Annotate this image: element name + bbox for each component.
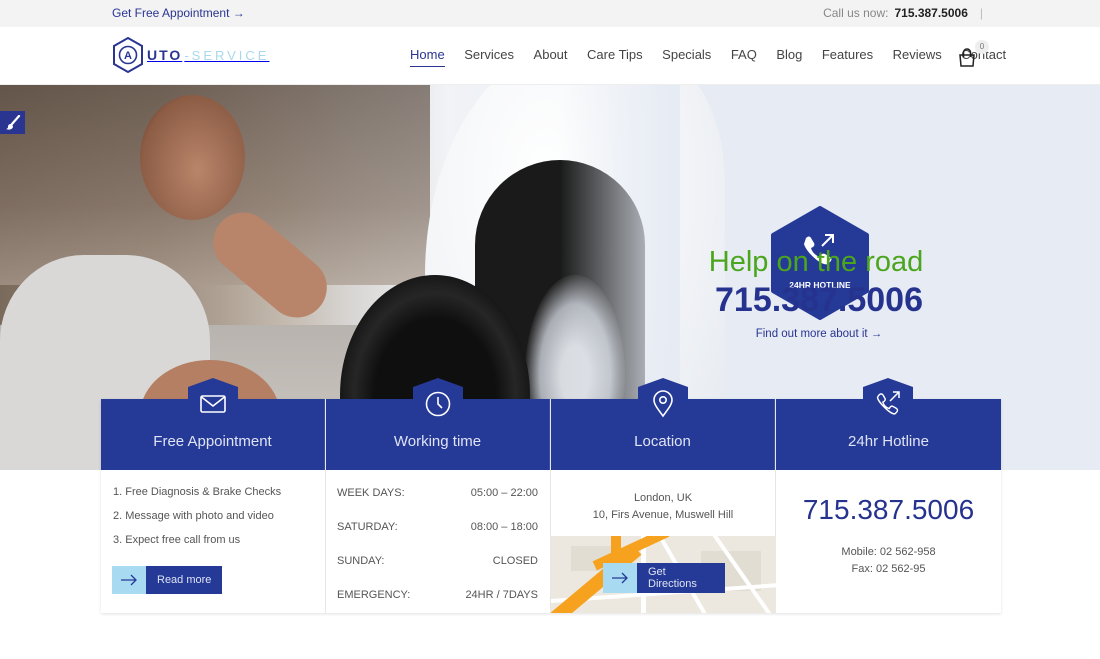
hours-row: SUNDAY: CLOSED [337,555,538,589]
hours-row: SATURDAY: 08:00 – 18:00 [337,521,538,555]
find-out-more-link[interactable]: Find out more about it → [700,328,938,340]
street-address: 10, Firs Avenue, Muswell Hill [592,509,734,521]
contact-strip: Call us now: 715.387.5006 | Find us on m… [823,6,1049,149]
hotline-extra: Mobile: 02 562-958 Fax: 02 562-95 [776,544,1001,578]
nav-care-tips[interactable]: Care Tips [587,47,643,66]
nav-features[interactable]: Features [822,47,873,66]
time-value: 08:00 – 18:00 [470,521,538,533]
card-header: 24hr Hotline [776,378,1001,470]
phone-outgoing-icon [876,391,900,415]
card-body: 715.387.5006 Mobile: 02 562-958 Fax: 02 … [776,470,1001,613]
hours-row: WEEK DAYS: 05:00 – 22:00 [337,487,538,521]
read-more-button[interactable]: Read more [112,566,223,594]
card-header: Free Appointment [101,378,325,470]
address: London, UK 10, Firs Avenue, Muswell Hill [551,490,775,524]
card-free-appointment: Free Appointment 1. Free Diagnosis & Bra… [101,378,326,613]
card-header: Working time [326,378,550,470]
hours-row: EMERGENCY: 24HR / 7DAYS [337,589,538,623]
envelope-icon [200,395,226,413]
feature-cards: Free Appointment 1. Free Diagnosis & Bra… [101,378,1001,613]
call-label: Call us now: [823,6,889,20]
card-title: Location [634,433,691,450]
cart-count-badge: 0 [975,40,989,54]
topbar-phone: 715.387.5006 [894,6,968,20]
main-nav: Home Services About Care Tips Specials F… [410,47,1026,67]
time-value: 05:00 – 22:00 [470,487,538,499]
get-directions-label: Get Directions [637,563,725,593]
site-header: A UTO -SERVICE Home Services About Care … [0,27,1100,85]
read-more-label: Read more [146,566,223,594]
free-appointment-link[interactable]: Get Free Appointment → [112,6,245,20]
logo-text-light: -SERVICE [184,47,270,63]
working-hours-table: WEEK DAYS: 05:00 – 22:00 SATURDAY: 08:00 –… [337,487,538,623]
card-body: 1. Free Diagnosis & Brake Checks 2. Mess… [101,470,325,613]
mobile-number: Mobile: 02 562-958 [841,546,936,558]
hotline-phone: 715.387.5006 [802,494,975,525]
card-24hr-hotline: 24hr Hotline 715.387.5006 Mobile: 02 562… [776,378,1001,613]
step-item: 2. Message with photo and video [113,510,274,522]
location-map[interactable]: Get Directions [551,536,776,613]
paintbrush-icon [5,114,20,130]
card-header: Location [551,378,775,470]
nav-blog[interactable]: Blog [776,47,802,66]
step-item: 1. Free Diagnosis & Brake Checks [113,486,282,498]
day-label: SUNDAY: [337,555,385,567]
hero-title: Help on the road [708,246,924,278]
get-directions-button[interactable]: Get Directions [603,563,725,593]
logo-text-bold: UTO [147,47,183,63]
nav-reviews[interactable]: Reviews [893,47,942,66]
separator: | [979,6,983,20]
time-value: CLOSED [492,555,538,567]
logo-hexagon-icon: A [113,37,143,73]
day-label: WEEK DAYS: [337,487,405,499]
arrow-right-icon [112,566,146,594]
logo-letter: A [124,50,132,62]
card-title: Free Appointment [153,433,272,450]
time-value: 24HR / 7DAYS [465,589,538,601]
clock-icon [425,391,451,417]
card-body: London, UK 10, Firs Avenue, Muswell Hill… [551,470,776,613]
nav-home[interactable]: Home [410,47,445,67]
fax-number: Fax: 02 562-95 [851,563,926,575]
city: London, UK [633,492,693,504]
shopping-bag-icon[interactable] [957,47,977,67]
day-label: EMERGENCY: [337,589,411,601]
nav-specials[interactable]: Specials [662,47,711,66]
logo[interactable]: A UTO -SERVICE [112,37,269,73]
card-title: 24hr Hotline [848,433,929,450]
customizer-button[interactable] [0,111,25,134]
card-working-time: Working time WEEK DAYS: 05:00 – 22:00 SAT… [326,378,551,613]
arrow-right-icon [603,563,637,593]
day-label: SATURDAY: [337,521,398,533]
card-title: Working time [393,433,482,450]
hero-phone: 715.387.5006 [715,281,923,319]
card-body: WEEK DAYS: 05:00 – 22:00 SATURDAY: 08:00 –… [326,470,550,613]
top-bar: Get Free Appointment → Call us now: 715.… [0,0,1100,149]
card-location: Location London, UK 10, Firs Avenue, Mus… [551,378,776,613]
appointment-steps: 1. Free Diagnosis & Brake Checks 2. Mess… [113,486,281,558]
map-pin-icon [653,390,673,418]
nav-about[interactable]: About [534,47,568,66]
nav-faq[interactable]: FAQ [731,47,757,66]
step-item: 3. Expect free call from us [113,534,241,546]
nav-services[interactable]: Services [464,47,514,66]
